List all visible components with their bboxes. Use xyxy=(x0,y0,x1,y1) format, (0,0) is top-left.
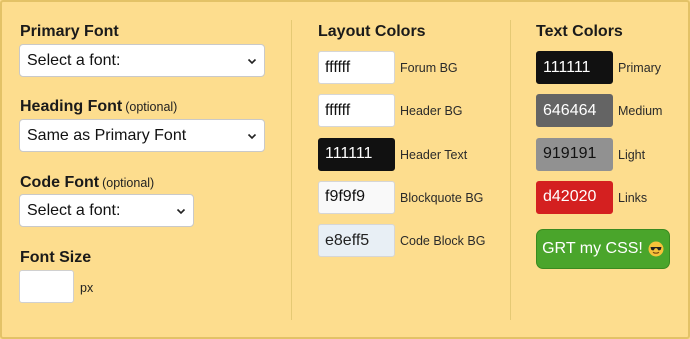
column-divider xyxy=(291,20,292,320)
text-color-input[interactable]: 919191 xyxy=(536,137,613,171)
font-size-input[interactable] xyxy=(19,270,74,303)
layout-color-label: Forum BG xyxy=(400,61,458,75)
layout-color-input[interactable]: ffffff xyxy=(318,51,395,84)
text-color-label: Medium xyxy=(618,104,663,119)
sunglasses-emoji-icon xyxy=(648,241,664,257)
font-size-title: Font Size xyxy=(20,249,92,266)
chevron-down-icon xyxy=(247,133,257,139)
text-color-input[interactable]: 646464 xyxy=(536,94,613,128)
font-size-unit: px xyxy=(80,281,94,295)
heading-font-title: Heading Font (optional) xyxy=(20,98,178,115)
text-color-label: Links xyxy=(618,190,648,205)
generate-css-button[interactable]: GRT my CSS! xyxy=(536,229,670,269)
layout-color-label: Header Text xyxy=(400,147,468,162)
color-hex-value: 111111 xyxy=(543,58,591,76)
color-hex-value: d42020 xyxy=(543,188,597,206)
layout-colors-title: Layout Colors xyxy=(318,23,426,40)
color-hex-value: 646464 xyxy=(543,101,597,119)
heading-font-select[interactable]: Same as Primary Font xyxy=(19,119,265,152)
layout-color-label: Blockquote BG xyxy=(400,190,484,205)
color-hex-value: ffffff xyxy=(325,58,351,76)
color-hex-value: 111111 xyxy=(325,145,373,163)
text-colors-title: Text Colors xyxy=(536,23,623,40)
text-color-input[interactable]: d42020 xyxy=(536,180,613,214)
color-hex-value: e8eff5 xyxy=(325,231,370,249)
chevron-down-icon xyxy=(247,58,257,64)
primary-font-title: Primary Font xyxy=(20,23,119,40)
layout-color-input[interactable]: f9f9f9 xyxy=(318,180,395,214)
primary-font-select[interactable]: Select a font: xyxy=(19,44,265,77)
color-hex-value: ffffff xyxy=(325,101,351,119)
chevron-down-icon xyxy=(176,208,186,214)
layout-color-input[interactable]: ffffff xyxy=(318,94,395,128)
layout-color-label: Code Block BG xyxy=(400,234,486,249)
layout-color-input[interactable]: 111111 xyxy=(318,137,395,171)
column-divider xyxy=(510,20,511,320)
layout-color-input[interactable]: e8eff5 xyxy=(318,224,395,258)
code-font-title: Code Font (optional) xyxy=(20,174,155,191)
text-color-label: Light xyxy=(618,147,646,162)
code-font-select[interactable]: Select a font: xyxy=(19,194,194,227)
color-hex-value: f9f9f9 xyxy=(325,188,366,206)
text-color-input[interactable]: 111111 xyxy=(536,51,613,84)
color-hex-value: 919191 xyxy=(543,145,597,163)
layout-color-label: Header BG xyxy=(400,104,463,119)
text-color-label: Primary xyxy=(618,61,662,75)
